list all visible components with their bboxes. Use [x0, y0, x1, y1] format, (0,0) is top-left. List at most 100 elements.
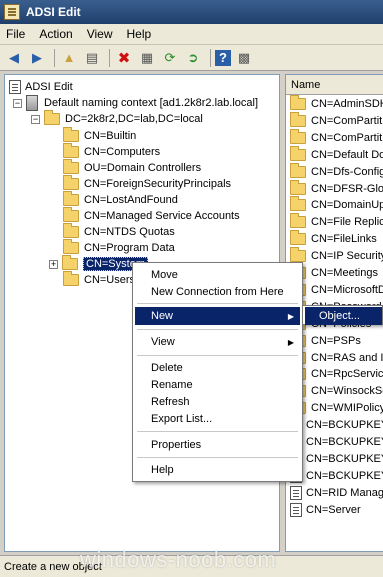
- list-item-label: CN=BCKUPKEY_: [306, 469, 383, 482]
- list-item[interactable]: CN=BCKUPKEY_: [290, 434, 383, 450]
- expand-icon[interactable]: +: [49, 259, 58, 269]
- tree-item-label: CN=Program Data: [84, 242, 175, 254]
- menu-item-label: New: [151, 310, 174, 322]
- folder-icon: [63, 207, 79, 222]
- menu-item-object[interactable]: Object...: [305, 307, 382, 325]
- list-item[interactable]: CN=RID Manag: [290, 485, 383, 501]
- submenu-arrow-icon: ▶: [287, 337, 294, 347]
- list-item[interactable]: CN=DomainUpd: [290, 196, 383, 213]
- adsi-edit-icon: [4, 4, 20, 20]
- folder-icon: [290, 230, 306, 246]
- menu-item-export-list[interactable]: Export List...: [135, 410, 300, 428]
- tree-item-label: CN=Computers: [84, 146, 161, 158]
- list-item[interactable]: CN=File Replica: [290, 213, 383, 230]
- menu-item-label: View: [151, 336, 175, 348]
- menu-item-refresh[interactable]: Refresh: [135, 393, 300, 411]
- collapse-icon[interactable]: −: [31, 114, 40, 124]
- tree-item-label: CN=ForeignSecurityPrincipals: [84, 178, 232, 190]
- menu-item-label: New Connection from Here: [151, 286, 284, 298]
- tree-item[interactable]: CN=Users: [63, 271, 135, 288]
- menu-separator: [137, 329, 298, 330]
- folder-icon: [63, 159, 79, 174]
- folder-icon: [62, 255, 78, 270]
- export-list-icon[interactable]: ➲: [183, 48, 203, 68]
- list-item[interactable]: CN=AdminSDHo: [290, 95, 383, 112]
- menu-file[interactable]: File: [6, 27, 25, 41]
- tree-item[interactable]: CN=Program Data: [63, 239, 175, 256]
- window-title: ADSI Edit: [26, 5, 81, 19]
- tree-item[interactable]: CN=Builtin: [63, 127, 137, 144]
- menu-item-move[interactable]: Move: [135, 266, 300, 284]
- list-item[interactable]: CN=BCKUPKEY_: [290, 468, 383, 484]
- list-item[interactable]: CN=BCKUPKEY_: [290, 451, 383, 467]
- list-item[interactable]: CN=MicrosoftDN: [290, 280, 383, 298]
- toolbar: ◀ ▶ ▲ ▤ ✖ ▦ ⟳ ➲ ? ▩: [0, 45, 383, 71]
- list-item[interactable]: CN=WMIPolicy: [290, 399, 383, 416]
- tree-domain[interactable]: − DC=2k8r2,DC=lab,DC=local: [31, 110, 203, 127]
- tree-item[interactable]: CN=LostAndFound: [63, 191, 178, 208]
- list-item[interactable]: CN=RpcService: [290, 365, 383, 382]
- tree-item[interactable]: CN=Managed Service Accounts: [63, 207, 240, 224]
- toolbar-separator: [54, 48, 55, 67]
- tree-item[interactable]: CN=Computers: [63, 143, 161, 160]
- list-item-label: CN=BCKUPKEY_: [306, 419, 383, 432]
- menu-separator: [137, 431, 298, 432]
- list-item[interactable]: CN=BCKUPKEY_: [290, 417, 383, 433]
- list-item[interactable]: CN=Default Dom: [290, 145, 383, 163]
- naming-context-label: Default naming context [ad1.2k8r2.lab.lo…: [44, 97, 259, 109]
- menu-view[interactable]: View: [87, 27, 113, 41]
- domain-label: DC=2k8r2,DC=lab,DC=local: [65, 113, 203, 125]
- menu-item-delete[interactable]: Delete: [135, 359, 300, 377]
- menu-item-view[interactable]: View ▶: [135, 333, 300, 351]
- list-item[interactable]: CN=IP Security: [290, 247, 383, 264]
- toolbar-separator: [109, 48, 110, 67]
- show-hide-tree-icon[interactable]: ▤: [82, 48, 102, 68]
- list-item[interactable]: CN=WinsockSer: [290, 382, 383, 399]
- menu-item-properties[interactable]: Properties: [135, 436, 300, 454]
- list-item[interactable]: CN=ComPartitio: [290, 128, 383, 146]
- menu-item-new-connection[interactable]: New Connection from Here: [135, 283, 300, 301]
- back-arrow-icon[interactable]: ◀: [4, 48, 24, 68]
- list-item[interactable]: CN=DFSR-Globa: [290, 179, 383, 197]
- help-icon[interactable]: ?: [215, 49, 231, 66]
- menu-item-new[interactable]: New ▶: [135, 307, 300, 325]
- folder-icon: [290, 213, 306, 229]
- list-item[interactable]: CN=FileLinks: [290, 230, 377, 247]
- list-item-label: CN=IP Security: [311, 250, 383, 263]
- up-folder-icon[interactable]: ▲: [59, 48, 79, 68]
- list-item-label: CN=FileLinks: [311, 233, 377, 246]
- properties-icon[interactable]: ▦: [137, 48, 157, 68]
- menu-item-label: Rename: [151, 379, 193, 391]
- menu-action[interactable]: Action: [39, 27, 72, 41]
- menu-help[interactable]: Help: [127, 27, 152, 41]
- toolbar-separator: [210, 48, 211, 67]
- menu-item-help[interactable]: Help: [135, 461, 300, 479]
- list-item[interactable]: CN=RAS and IA: [290, 348, 383, 366]
- list-item[interactable]: CN=Server: [290, 502, 361, 518]
- tree-item[interactable]: CN=NTDS Quotas: [63, 223, 175, 240]
- collapse-icon[interactable]: −: [13, 98, 22, 108]
- tree-naming-context[interactable]: − Default naming context [ad1.2k8r2.lab.…: [13, 95, 258, 111]
- tree-item[interactable]: CN=ForeignSecurityPrincipals: [63, 175, 232, 192]
- folder-icon: [63, 127, 79, 142]
- list-item[interactable]: CN=Dfs-Configu: [290, 162, 383, 180]
- tree-root[interactable]: ADSI Edit: [9, 79, 73, 95]
- forward-arrow-icon[interactable]: ▶: [27, 48, 47, 68]
- menu-item-rename[interactable]: Rename: [135, 376, 300, 394]
- list-item[interactable]: CN=ComPartitio: [290, 111, 383, 129]
- tree-item-label: CN=Builtin: [84, 130, 137, 142]
- folder-icon: [63, 271, 79, 286]
- adsi-edit-icon: [9, 80, 21, 94]
- refresh-icon[interactable]: ⟳: [160, 48, 180, 68]
- console-pane-icon[interactable]: ▩: [234, 48, 254, 68]
- folder-icon: [290, 196, 306, 212]
- tree-item[interactable]: OU=Domain Controllers: [63, 159, 201, 176]
- column-header-name[interactable]: Name: [286, 75, 383, 95]
- menu-item-label: Properties: [151, 439, 202, 451]
- menu-item-label: Refresh: [151, 396, 190, 408]
- delete-icon[interactable]: ✖: [114, 48, 134, 68]
- list-item-label: CN=ComPartitio: [311, 114, 383, 127]
- list-item-label: CN=PSPs: [311, 334, 361, 347]
- list-item[interactable]: CN=Meetings: [290, 264, 378, 281]
- menu-item-label: Export List...: [151, 413, 213, 425]
